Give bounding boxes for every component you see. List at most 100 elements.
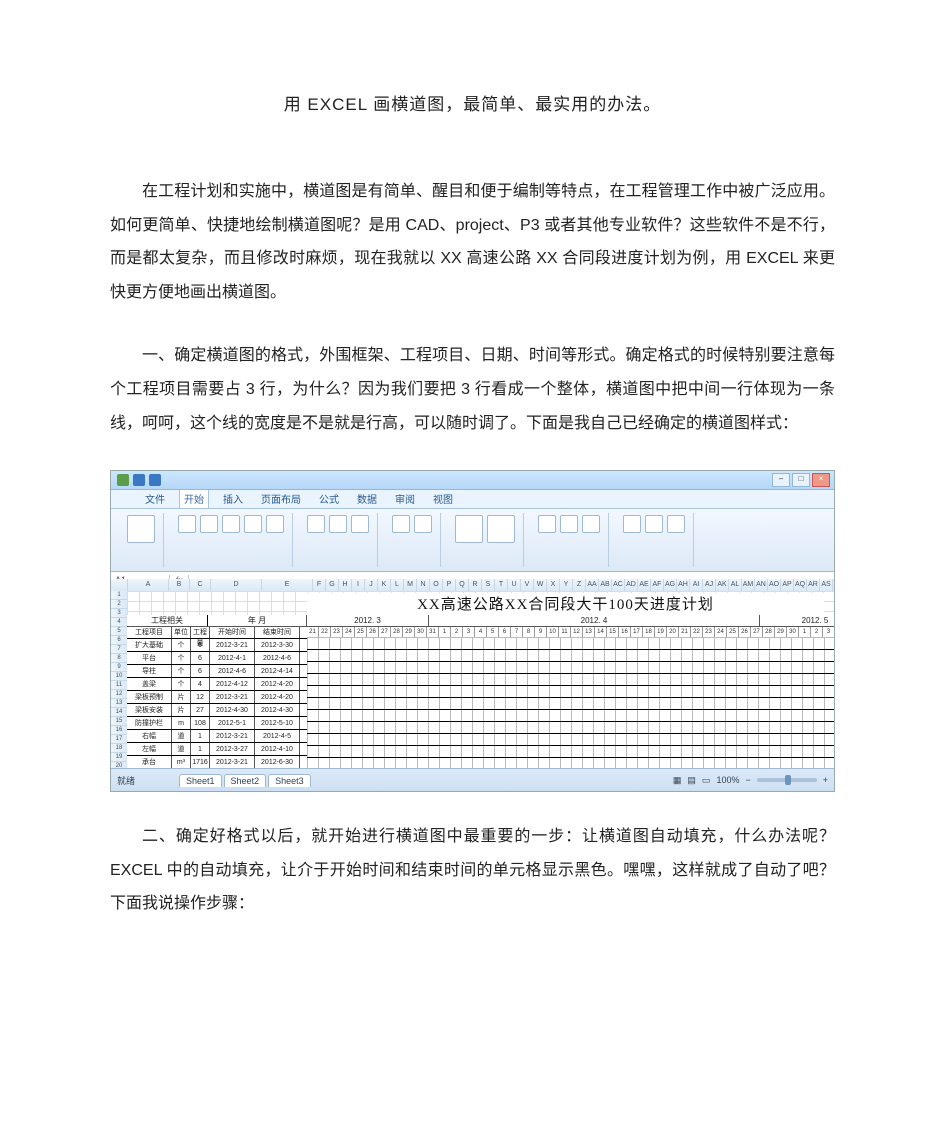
close-button[interactable]: ×: [812, 473, 830, 487]
comma-icon[interactable]: [414, 515, 432, 533]
col-end: 结束时间: [255, 627, 300, 638]
fill-color-icon[interactable]: [244, 515, 262, 533]
task-row: 梁板预制片122012-3-212012-4-20: [127, 691, 307, 704]
task-unit: 个: [172, 652, 191, 664]
task-end: 2012-4-14: [255, 665, 300, 677]
task-unit: 片: [172, 704, 191, 716]
task-row: 防撞护栏m1082012-5-12012-5-10: [127, 717, 307, 730]
save-icon[interactable]: [133, 474, 145, 486]
task-name: 梁板预制: [127, 691, 172, 703]
task-start: 2012-3-21: [210, 639, 255, 651]
ribbon-tab-file[interactable]: 文件: [141, 488, 169, 508]
align-center-icon[interactable]: [329, 515, 347, 533]
ribbon-body: [111, 509, 834, 572]
maximize-button[interactable]: □: [792, 473, 810, 487]
task-name: 梁板安装: [127, 704, 172, 716]
format-cell-icon[interactable]: [582, 515, 600, 533]
cond-format-icon[interactable]: [455, 515, 483, 543]
undo-icon[interactable]: [149, 474, 161, 486]
task-row: 右幅道12012-3-212012-4-5: [127, 730, 307, 743]
task-name: 防撞护栏: [127, 717, 172, 729]
task-end: 2012-4-6: [255, 652, 300, 664]
task-unit: 道: [172, 730, 191, 742]
status-ready: 就绪: [117, 774, 135, 787]
paragraph-step2: 二、确定好格式以后，就开始进行横道图中最重要的一步：让横道图自动填充，什么办法呢…: [110, 820, 835, 921]
task-qty: 108: [191, 717, 210, 729]
task-end: 2012-4-30: [255, 704, 300, 716]
task-unit: m³: [172, 756, 191, 768]
task-row: 扩大基础个62012-3-212012-3-30: [127, 639, 307, 652]
insert-cell-icon[interactable]: [538, 515, 556, 533]
zoom-slider[interactable]: [757, 778, 817, 782]
task-name: 盖梁: [127, 678, 172, 690]
ribbon-group-editing: [615, 513, 694, 567]
view-layout-icon[interactable]: ▤: [687, 775, 696, 786]
col-unit: 单位: [172, 627, 191, 638]
task-row: 左幅道12012-3-272012-4-10: [127, 743, 307, 756]
task-start: 2012-3-21: [210, 730, 255, 742]
ribbon-tab-insert[interactable]: 插入: [219, 488, 247, 508]
task-list-block: 工程相关 年 月 工程项目 单位 工程量 开始时间 结束时间 扩大基础个6201…: [127, 615, 308, 769]
underline-icon[interactable]: [222, 515, 240, 533]
task-start: 2012-4-12: [210, 678, 255, 690]
sheet-tab-3[interactable]: Sheet3: [268, 774, 311, 787]
align-left-icon[interactable]: [307, 515, 325, 533]
align-right-icon[interactable]: [351, 515, 369, 533]
ribbon-tabs: 文件 开始 插入 页面布局 公式 数据 审阅 视图: [111, 490, 834, 509]
task-qty: 1: [191, 743, 210, 755]
task-end: 2012-4-5: [255, 730, 300, 742]
find-icon[interactable]: [667, 515, 685, 533]
task-row: 梁板安装片272012-4-302012-4-30: [127, 704, 307, 717]
ribbon-tab-data[interactable]: 数据: [353, 488, 381, 508]
font-color-icon[interactable]: [266, 515, 284, 533]
task-name: 平台: [127, 652, 172, 664]
task-qty: 4: [191, 678, 210, 690]
autosum-icon[interactable]: [623, 515, 641, 533]
ribbon-group-number: [384, 513, 441, 567]
minimize-button[interactable]: –: [772, 473, 790, 487]
task-row: 平台个62012-4-12012-4-6: [127, 652, 307, 665]
view-break-icon[interactable]: ▭: [702, 775, 711, 786]
task-start: 2012-4-6: [210, 665, 255, 677]
task-qty: 1: [191, 730, 210, 742]
paste-icon[interactable]: [127, 515, 155, 543]
ribbon-tab-formula[interactable]: 公式: [315, 488, 343, 508]
italic-icon[interactable]: [200, 515, 218, 533]
zoom-level[interactable]: 100%: [716, 775, 739, 785]
task-end: 2012-4-10: [255, 743, 300, 755]
ribbon-tab-layout[interactable]: 页面布局: [257, 488, 305, 508]
ribbon-group-cells: [530, 513, 609, 567]
window-titlebar: – □ ×: [111, 471, 834, 490]
task-name: 扩大基础: [127, 639, 172, 651]
view-normal-icon[interactable]: ▦: [673, 775, 682, 786]
zoom-in-icon[interactable]: +: [823, 775, 828, 785]
task-end: 2012-3-30: [255, 639, 300, 651]
col-start: 开始时间: [210, 627, 255, 638]
task-end: 2012-4-20: [255, 678, 300, 690]
cell-grid[interactable]: XX高速公路XX合同段大干100天进度计划 工程相关 年 月 工程项目 单位 工…: [127, 591, 834, 769]
project-title-cell: XX高速公路XX合同段大干100天进度计划: [307, 593, 824, 615]
gantt-body: [307, 637, 834, 769]
col-qty: 工程量: [191, 627, 210, 638]
sort-icon[interactable]: [645, 515, 663, 533]
task-qty: 27: [191, 704, 210, 716]
ribbon-tab-home[interactable]: 开始: [179, 487, 209, 508]
bold-icon[interactable]: [178, 515, 196, 533]
cell-styles-icon[interactable]: [487, 515, 515, 543]
gantt-area: 2012. 32012. 42012. 5 212223242526272829…: [307, 615, 834, 769]
sheet-tabs: Sheet1 Sheet2 Sheet3: [179, 774, 311, 787]
worksheet-area[interactable]: ABCDEFGHIJKLMNOPQRSTUVWXYZAAABACADAEAFAG…: [111, 579, 834, 769]
ribbon-tab-view[interactable]: 视图: [429, 488, 457, 508]
ribbon-group-clipboard: [119, 513, 164, 567]
task-start: 2012-3-27: [210, 743, 255, 755]
task-qty: 6: [191, 639, 210, 651]
sheet-tab-1[interactable]: Sheet1: [179, 774, 222, 787]
zoom-out-icon[interactable]: −: [745, 775, 750, 785]
paragraph-step1: 一、确定横道图的格式，外围框架、工程项目、日期、时间等形式。确定格式的时候特别要…: [110, 339, 835, 440]
percent-icon[interactable]: [392, 515, 410, 533]
delete-cell-icon[interactable]: [560, 515, 578, 533]
task-start: 2012-3-21: [210, 691, 255, 703]
left-header-top: 工程相关: [127, 615, 208, 626]
sheet-tab-2[interactable]: Sheet2: [224, 774, 267, 787]
ribbon-tab-review[interactable]: 审阅: [391, 488, 419, 508]
